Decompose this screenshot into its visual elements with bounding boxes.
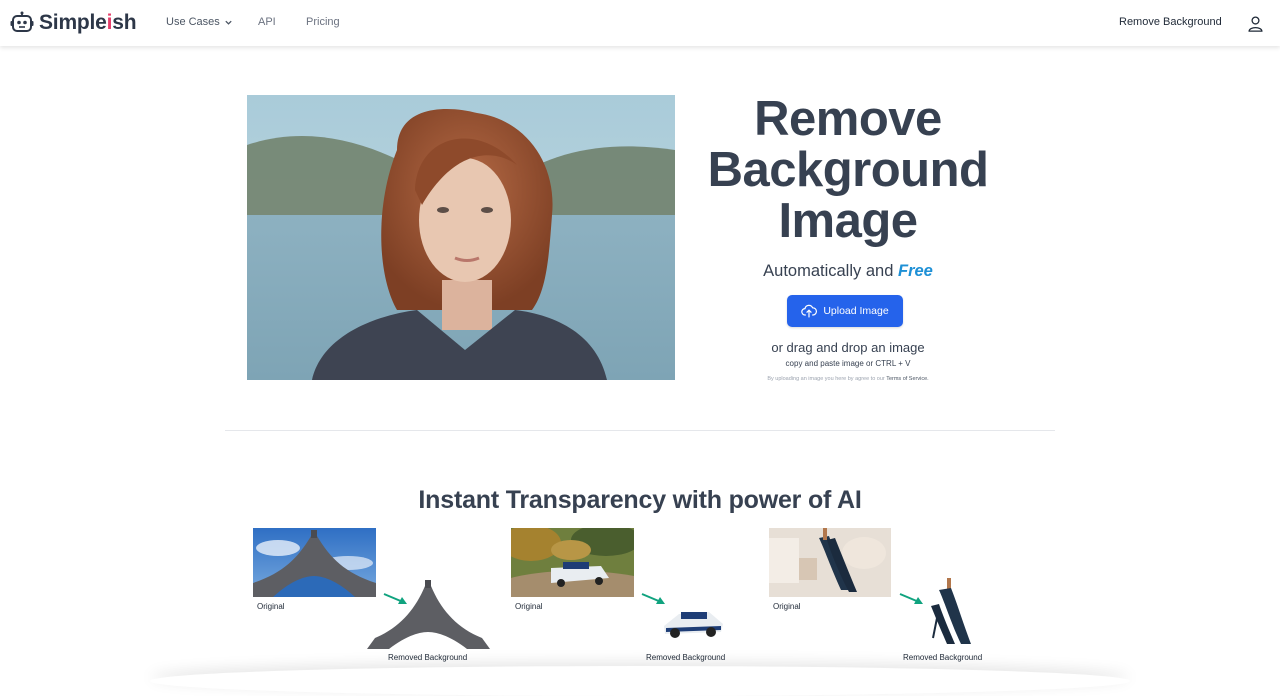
arrow-right-icon — [641, 593, 665, 604]
eiffel-original-label: Original — [257, 602, 285, 611]
user-icon[interactable] — [1247, 15, 1264, 32]
car-original-label: Original — [515, 602, 543, 611]
nav-use-cases-label: Use Cases — [166, 16, 220, 28]
heels-result-label: Removed Background — [903, 653, 983, 662]
terms-link[interactable]: Terms of Service. — [886, 376, 928, 382]
section-title: Instant Transparency with power of AI — [418, 486, 862, 514]
heels-original-label: Original — [773, 602, 801, 611]
car-result-label: Removed Background — [646, 653, 726, 662]
nav-pricing[interactable]: Pricing — [306, 16, 340, 28]
car-original-image — [511, 528, 634, 597]
logo-wordmark: Simpleish — [39, 11, 137, 34]
chevron-down-icon — [225, 20, 232, 25]
heels-result-image — [925, 578, 981, 648]
nav-api[interactable]: API — [258, 16, 276, 28]
upload-image-button[interactable]: Upload Image — [787, 295, 903, 327]
eiffel-original-image — [253, 528, 376, 597]
hero-subtitle: Automatically and Free — [763, 262, 933, 280]
hero-example-photo — [247, 95, 675, 380]
arrow-right-icon — [899, 593, 923, 604]
top-navbar: Simpleish Use Cases API Pricing Remove B… — [0, 0, 1280, 46]
nav-remove-background[interactable]: Remove Background — [1119, 16, 1222, 28]
heels-original-image — [769, 528, 891, 597]
terms-notice: By uploading an image you here by agree … — [767, 376, 929, 382]
site-logo[interactable]: Simpleish — [10, 9, 137, 37]
eiffel-result-image — [367, 580, 490, 649]
floating-card-edge — [150, 666, 1130, 696]
robot-icon — [10, 11, 34, 32]
eiffel-result-label: Removed Background — [388, 653, 468, 662]
free-highlight: Free — [897, 262, 933, 280]
upload-button-label: Upload Image — [823, 305, 889, 317]
nav-use-cases[interactable]: Use Cases — [166, 16, 233, 28]
car-result-image — [661, 606, 727, 640]
section-divider — [225, 430, 1055, 431]
paste-hint: copy and paste image or CTRL + V — [785, 359, 911, 368]
drag-drop-text: or drag and drop an image — [771, 340, 925, 355]
cloud-upload-icon — [801, 304, 818, 318]
hero-title: Remove Background Image — [707, 92, 989, 248]
